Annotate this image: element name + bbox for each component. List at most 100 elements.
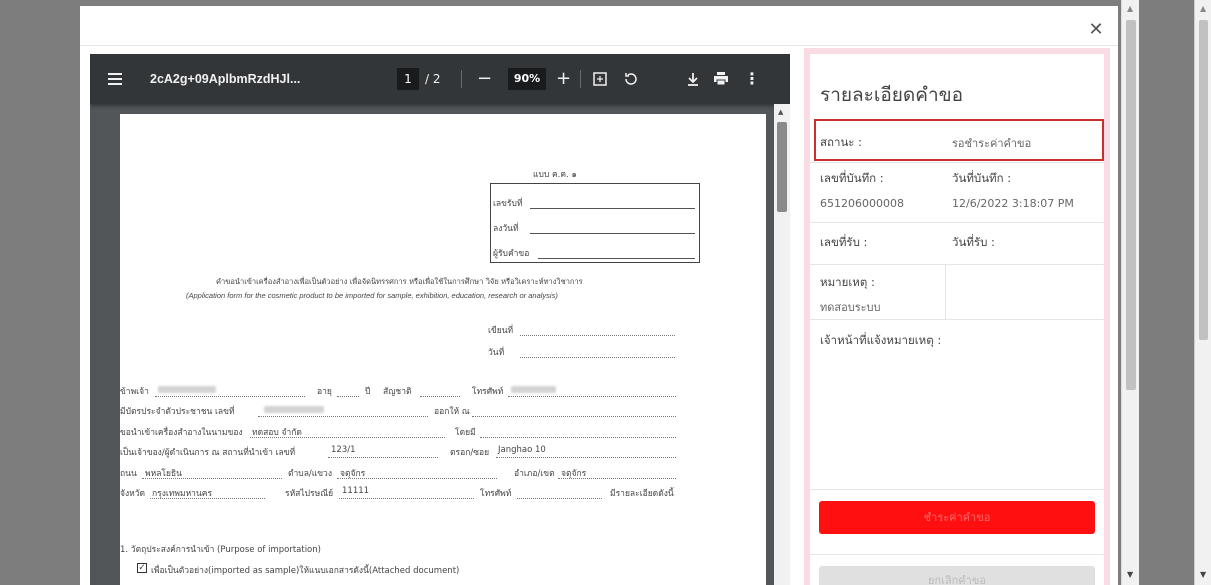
i-label: ข้าพเจ้า	[120, 387, 149, 397]
modal-header: ✕	[80, 6, 1118, 46]
redacted-phone	[511, 386, 556, 393]
record-date-value: 12/6/2022 3:18:07 PM	[952, 197, 1074, 210]
close-icon[interactable]: ✕	[1086, 20, 1106, 40]
cancel-request-button[interactable]: ยกเลิกคำขอ	[819, 566, 1095, 585]
print-icon[interactable]	[714, 54, 728, 104]
record-date-label: วันที่บันทึก :	[952, 171, 1012, 185]
line	[258, 416, 428, 417]
pdf-document-title: 2cA2g+09AplbmRzdHJl...	[150, 72, 301, 86]
district-label: อำเภอ/เขต	[514, 469, 555, 479]
request-details-modal: ✕ 2cA2g+09AplbmRzdHJl... 1 / 2 − 90% + ⋮…	[80, 6, 1118, 585]
request-details-panel: รายละเอียดคำขอ สถานะ : รอชำระค่าคำขอ เลข…	[804, 48, 1110, 585]
scroll-up-icon[interactable]: ▲	[1127, 4, 1133, 13]
redacted-id	[264, 406, 324, 413]
road-label: ถนน	[120, 469, 137, 479]
pdf-scrollbar[interactable]: ▲	[774, 104, 790, 585]
page-count: / 2	[425, 72, 441, 86]
scroll-thumb[interactable]	[777, 122, 787, 212]
address-no: 123/1	[331, 445, 356, 455]
redacted-name	[158, 386, 216, 393]
fit-page-icon[interactable]	[593, 54, 607, 104]
nationality-label: สัญชาติ	[383, 387, 412, 397]
line	[250, 437, 445, 438]
line	[337, 478, 497, 479]
owner-label: เป็นเจ้าของ/ผู้ดำเนินการ ณ สถานที่นำเข้า…	[120, 448, 296, 458]
postal-label: รหัสไปรษณีย์	[285, 489, 334, 499]
line	[142, 478, 282, 479]
divider	[810, 489, 1104, 490]
line	[496, 457, 676, 458]
written-at-label: เขียนที่	[488, 326, 514, 336]
scroll-thumb[interactable]	[1126, 20, 1136, 390]
province-label: จังหวัด	[120, 489, 146, 499]
status-label: สถานะ :	[820, 135, 863, 149]
line	[339, 498, 474, 499]
line	[328, 457, 438, 458]
record-no-value: 651206000008	[820, 197, 904, 210]
remark-label: หมายเหตุ :	[820, 275, 875, 289]
alley-value: Janghao 10	[498, 445, 546, 455]
download-icon[interactable]	[687, 54, 699, 104]
pdf-toolbar: 2cA2g+09AplbmRzdHJl... 1 / 2 − 90% + ⋮	[90, 54, 790, 104]
line	[558, 478, 676, 479]
scroll-down-icon[interactable]: ▼	[1200, 570, 1206, 579]
pdf-viewer: 2cA2g+09AplbmRzdHJl... 1 / 2 − 90% + ⋮ แ…	[90, 54, 790, 585]
age-label: อายุ	[317, 387, 332, 397]
zoom-out-icon[interactable]: −	[477, 54, 492, 104]
modal-backdrop-left	[0, 0, 80, 585]
form-heading-en: (Application form for the cosmetic produ…	[186, 291, 558, 300]
receipt-date-label: ลงวันที่	[493, 224, 519, 234]
line	[520, 335, 675, 336]
date-label: วันที่	[488, 348, 505, 358]
purpose-heading: 1. วัตถุประสงค์การนำเข้า (Purpose of imp…	[120, 545, 321, 555]
rotate-icon[interactable]	[623, 54, 639, 104]
line	[520, 357, 675, 358]
line	[150, 498, 265, 499]
modal-scrollbar[interactable]: ▲ ▼	[1121, 0, 1139, 585]
line	[517, 498, 602, 499]
issued-at-label: ออกให้ ณ	[434, 407, 470, 417]
details-card: รายละเอียดคำขอ สถานะ : รอชำระค่าคำขอ เลข…	[810, 54, 1104, 585]
import-name-label: ขอนำเข้าเครื่องสำอางในนามของ	[120, 428, 243, 438]
line	[472, 416, 676, 417]
form-code: แบบ ค.ค. ๑	[533, 170, 577, 180]
details-title: รายละเอียดคำขอ	[820, 84, 964, 106]
toolbar-divider	[580, 70, 581, 88]
pdf-page: แบบ ค.ค. ๑ เลขรับที่ ลงวันที่ ผู้รับคำขอ…	[120, 114, 766, 585]
receipt-no-label: เลขรับที่	[493, 199, 523, 209]
divider	[945, 264, 946, 319]
line	[530, 208, 695, 209]
divider	[810, 554, 1104, 555]
zoom-in-icon[interactable]: +	[556, 54, 571, 104]
receiver-label: ผู้รับคำขอ	[493, 249, 530, 259]
page-scrollbar[interactable]: ▲ ▼	[1194, 0, 1211, 585]
line	[337, 396, 359, 397]
postal-value: 11111	[342, 486, 370, 496]
subdistrict-label: ตำบล/แขวง	[288, 469, 332, 479]
line	[480, 437, 676, 438]
checkbox-text: เพื่อเป็นตัวอย่าง(imported as sample)ให้…	[151, 566, 460, 576]
alley-label: ตรอก/ซอย	[450, 448, 490, 458]
line	[530, 233, 695, 234]
sample-checkbox: ✓	[137, 563, 147, 573]
menu-icon[interactable]	[108, 54, 126, 104]
year-label: ปี	[365, 387, 371, 397]
scroll-up-icon[interactable]: ▲	[1200, 4, 1206, 13]
form-heading-th: คำขอนำเข้าเครื่องสำอางเพื่อเป็นตัวอย่าง …	[216, 277, 583, 286]
more-options-icon[interactable]: ⋮	[744, 54, 760, 104]
by-label: โดยมี	[455, 428, 476, 438]
details-follow: มีรายละเอียดดังนี้	[610, 489, 674, 499]
line	[508, 396, 676, 397]
scroll-up-icon[interactable]: ▲	[778, 108, 783, 116]
page-number-input[interactable]: 1	[397, 68, 419, 90]
phone-label: โทรศัพท์	[472, 387, 504, 397]
line	[420, 396, 460, 397]
pay-request-button[interactable]: ชำระค่าคำขอ	[819, 501, 1095, 534]
receive-date-label: วันที่รับ :	[952, 235, 995, 249]
scroll-down-icon[interactable]: ▼	[1127, 570, 1133, 579]
receive-no-label: เลขที่รับ :	[820, 235, 868, 249]
phone2-label: โทรศัพท์	[480, 489, 512, 499]
zoom-input[interactable]: 90%	[508, 68, 546, 90]
line	[538, 258, 695, 259]
scroll-thumb[interactable]	[1199, 20, 1208, 340]
